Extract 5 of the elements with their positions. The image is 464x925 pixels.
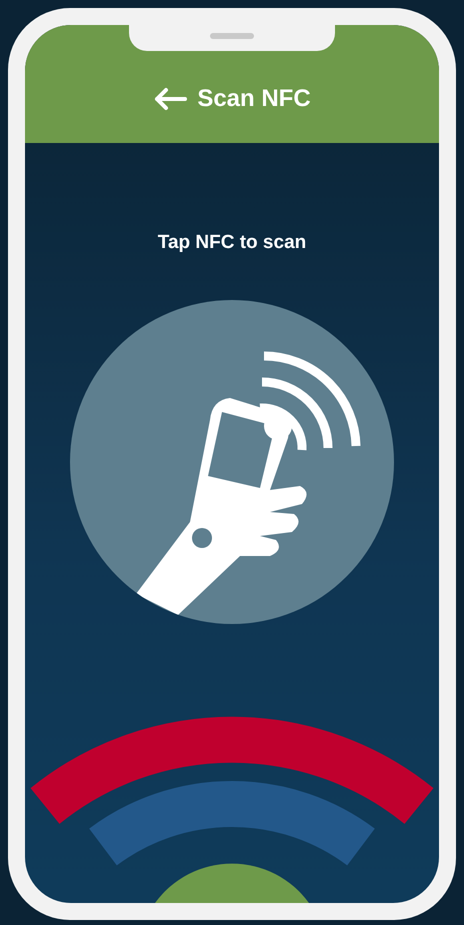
back-arrow-icon [153, 87, 188, 111]
back-button[interactable]: Scan NFC [153, 81, 311, 117]
speaker-grille [210, 33, 254, 39]
instruction-text: Tap NFC to scan [158, 231, 306, 255]
screen-title: Scan NFC [197, 84, 311, 114]
